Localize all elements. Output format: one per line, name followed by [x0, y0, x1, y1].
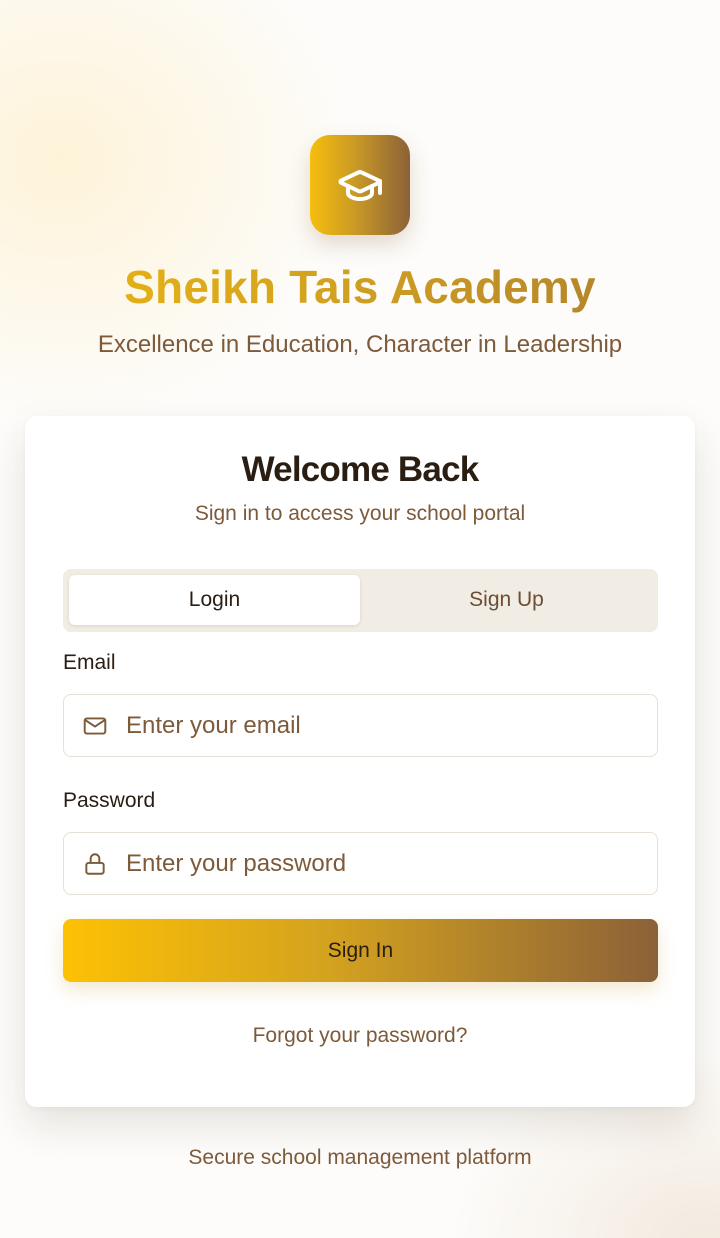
password-label: Password [63, 789, 156, 812]
card-subtitle: Sign in to access your school portal [194, 502, 526, 525]
brand-tagline: Excellence in Education, Character in Le… [97, 331, 623, 358]
auth-tabs: Login Sign Up [63, 569, 658, 632]
footer-note: Secure school management platform [188, 1146, 532, 1169]
card-title: Welcome Back [241, 450, 480, 489]
tab-sign-up[interactable]: Sign Up [361, 575, 652, 625]
password-field-box[interactable] [63, 832, 658, 895]
email-label: Email [63, 651, 116, 674]
mail-icon [83, 717, 107, 735]
forgot-password-link[interactable]: Forgot your password? [0, 1022, 720, 1050]
password-input[interactable] [126, 833, 636, 894]
logo-tile [310, 135, 410, 235]
graduation-cap-icon [338, 170, 382, 201]
email-input[interactable] [126, 695, 636, 756]
sign-in-button[interactable]: Sign In [63, 919, 658, 982]
email-field-box[interactable] [63, 694, 658, 757]
tab-login[interactable]: Login [69, 575, 360, 625]
brand-title: Sheikh Tais Academy [0, 258, 720, 316]
lock-icon [85, 853, 105, 875]
